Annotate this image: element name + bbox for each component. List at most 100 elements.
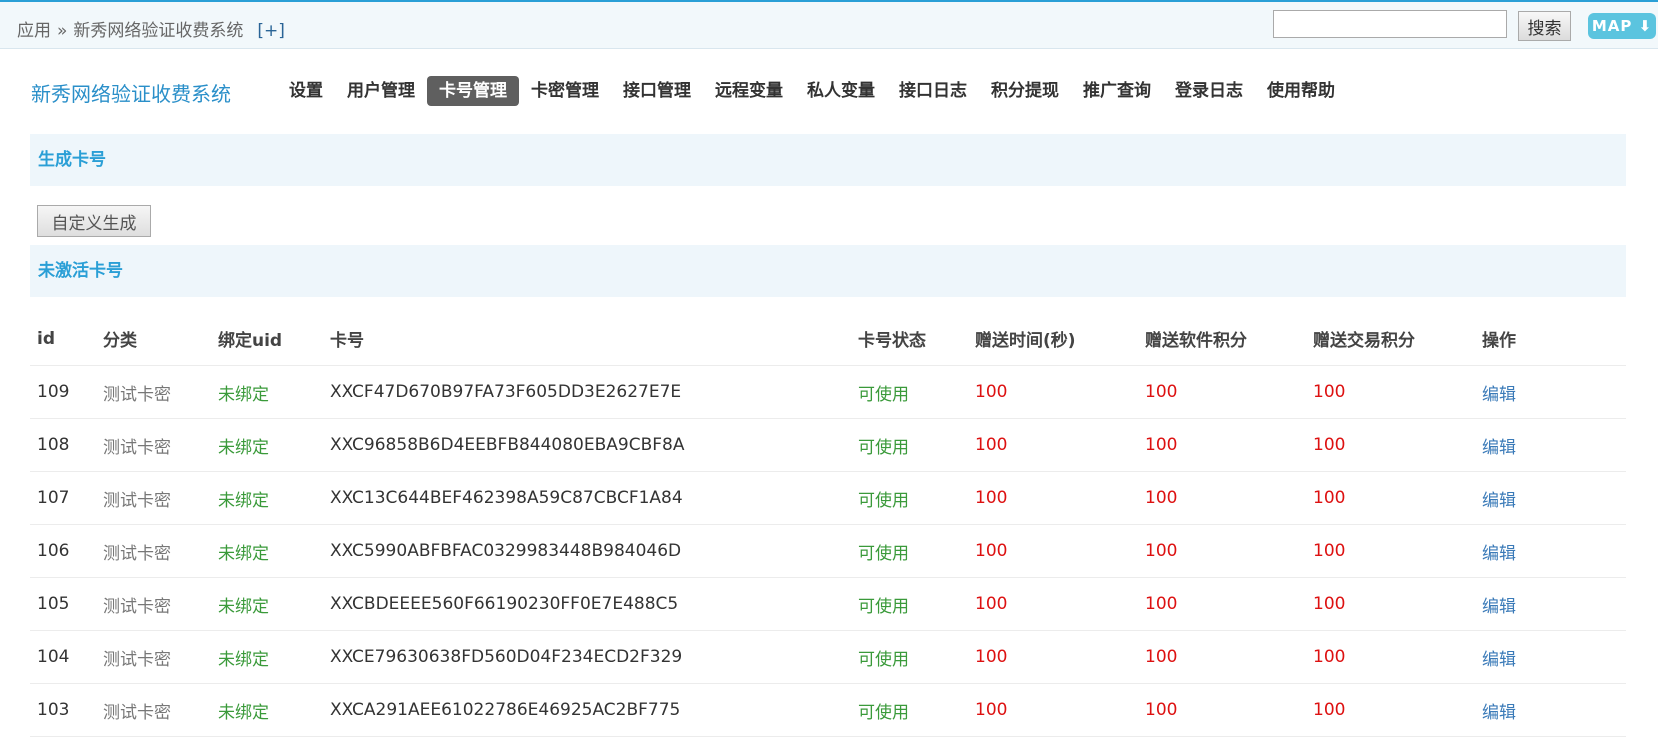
cell-gift-trade-points: 100	[1306, 365, 1475, 419]
cell-gift-time: 100	[968, 524, 1138, 578]
cell-id: 108	[30, 418, 96, 472]
cell-card-status: 可使用	[851, 577, 968, 631]
nav-item-3[interactable]: 卡密管理	[519, 76, 611, 106]
breadcrumb-root[interactable]: 应用	[17, 21, 51, 41]
col-gift-soft-points-header: 赠送软件积分	[1138, 312, 1306, 366]
nav-item-9[interactable]: 推广查询	[1071, 76, 1163, 106]
edit-link[interactable]: 编辑	[1475, 418, 1626, 472]
cell-bound-uid: 未绑定	[211, 471, 323, 525]
col-card-number-header: 卡号	[323, 312, 851, 366]
cell-category: 测试卡密	[96, 365, 211, 419]
cell-gift-time: 100	[968, 471, 1138, 525]
nav-item-2[interactable]: 卡号管理	[427, 76, 519, 106]
cell-gift-trade-points: 100	[1306, 683, 1475, 737]
col-gift-trade-points-header: 赠送交易积分	[1306, 312, 1475, 366]
cell-gift-time: 100	[968, 630, 1138, 684]
col-actions-header: 操作	[1475, 312, 1626, 366]
inactive-section-header: 未激活卡号	[30, 245, 1626, 297]
cell-card-number: XXC5990ABFBFAC0329983448B984046D	[323, 524, 851, 578]
table-body: 109 测试卡密 未绑定 XXCF47D670B97FA73F605DD3E2627E…	[30, 365, 1626, 737]
nav-item-0[interactable]: 设置	[277, 76, 335, 106]
cell-bound-uid: 未绑定	[211, 524, 323, 578]
edit-link[interactable]: 编辑	[1475, 365, 1626, 419]
table-row: 107 测试卡密 未绑定 XXC13C644BEF462398A59C87CBCF1A…	[30, 471, 1626, 525]
breadcrumb: 应用 » 新秀网络验证收费系统 [+]	[17, 16, 285, 41]
cell-card-number: XXC13C644BEF462398A59C87CBCF1A84	[323, 471, 851, 525]
search-input[interactable]	[1273, 10, 1507, 38]
top-bar: 应用 » 新秀网络验证收费系统 [+] 搜索 MAP ⬇	[0, 2, 1658, 49]
table-row: 103 测试卡密 未绑定 XXCA291AEE61022786E46925AC2BF7…	[30, 683, 1626, 737]
edit-link[interactable]: 编辑	[1475, 524, 1626, 578]
breadcrumb-separator: »	[57, 21, 68, 41]
cell-card-status: 可使用	[851, 418, 968, 472]
main-nav: 设置 用户管理 卡号管理 卡密管理 接口管理 远程变量 私人变量 接口日志 积分提现 推广查询 登录…	[277, 76, 1347, 106]
generate-section-header: 生成卡号	[30, 134, 1626, 186]
table-row: 104 测试卡密 未绑定 XXCE79630638FD560D04F234ECD2F3…	[30, 630, 1626, 684]
table-row: 105 测试卡密 未绑定 XXCBDEEEE560F66190230FF0E7E488…	[30, 577, 1626, 631]
nav-item-11[interactable]: 使用帮助	[1255, 76, 1347, 106]
edit-link[interactable]: 编辑	[1475, 630, 1626, 684]
cell-category: 测试卡密	[96, 524, 211, 578]
cell-card-status: 可使用	[851, 365, 968, 419]
edit-link[interactable]: 编辑	[1475, 577, 1626, 631]
cell-id: 104	[30, 630, 96, 684]
cell-gift-soft-points: 100	[1138, 418, 1306, 472]
nav-item-7[interactable]: 接口日志	[887, 76, 979, 106]
cell-id: 105	[30, 577, 96, 631]
cell-id: 109	[30, 365, 96, 419]
cell-gift-trade-points: 100	[1306, 630, 1475, 684]
nav-item-5[interactable]: 远程变量	[703, 76, 795, 106]
cell-bound-uid: 未绑定	[211, 577, 323, 631]
edit-link[interactable]: 编辑	[1475, 683, 1626, 737]
nav-item-1[interactable]: 用户管理	[335, 76, 427, 106]
cell-card-number: XXCA291AEE61022786E46925AC2BF775	[323, 683, 851, 737]
edit-link[interactable]: 编辑	[1475, 471, 1626, 525]
cell-gift-soft-points: 100	[1138, 630, 1306, 684]
cell-category: 测试卡密	[96, 418, 211, 472]
cell-bound-uid: 未绑定	[211, 418, 323, 472]
col-gift-time-header: 赠送时间(秒)	[968, 312, 1138, 366]
brand-title[interactable]: 新秀网络验证收费系统	[31, 78, 231, 107]
table-row: 106 测试卡密 未绑定 XXC5990ABFBFAC0329983448B98404…	[30, 524, 1626, 578]
cell-gift-time: 100	[968, 418, 1138, 472]
cell-bound-uid: 未绑定	[211, 683, 323, 737]
cell-id: 107	[30, 471, 96, 525]
cell-bound-uid: 未绑定	[211, 365, 323, 419]
cell-gift-trade-points: 100	[1306, 577, 1475, 631]
map-button[interactable]: MAP ⬇	[1588, 13, 1656, 39]
cell-id: 106	[30, 524, 96, 578]
table-row: 109 测试卡密 未绑定 XXCF47D670B97FA73F605DD3E2627E…	[30, 365, 1626, 419]
col-category-header: 分类	[96, 312, 211, 366]
search-button[interactable]: 搜索	[1518, 11, 1571, 41]
cell-gift-trade-points: 100	[1306, 471, 1475, 525]
cell-card-number: XXCF47D670B97FA73F605DD3E2627E7E	[323, 365, 851, 419]
cell-card-number: XXCE79630638FD560D04F234ECD2F329	[323, 630, 851, 684]
cell-gift-soft-points: 100	[1138, 365, 1306, 419]
custom-generate-button[interactable]: 自定义生成	[37, 205, 151, 237]
col-card-status-header: 卡号状态	[851, 312, 968, 366]
add-app-button[interactable]: [+]	[257, 21, 285, 41]
cell-id: 103	[30, 683, 96, 737]
cell-card-status: 可使用	[851, 683, 968, 737]
cell-card-status: 可使用	[851, 524, 968, 578]
cell-category: 测试卡密	[96, 683, 211, 737]
cell-category: 测试卡密	[96, 471, 211, 525]
table-row: 108 测试卡密 未绑定 XXC96858B6D4EEBFB844080EBA9CBF…	[30, 418, 1626, 472]
cell-gift-soft-points: 100	[1138, 471, 1306, 525]
nav-item-6[interactable]: 私人变量	[795, 76, 887, 106]
cell-bound-uid: 未绑定	[211, 630, 323, 684]
cell-card-status: 可使用	[851, 630, 968, 684]
breadcrumb-current: 新秀网络验证收费系统	[73, 21, 244, 41]
nav-item-10[interactable]: 登录日志	[1163, 76, 1255, 106]
nav-item-8[interactable]: 积分提现	[979, 76, 1071, 106]
cell-gift-time: 100	[968, 365, 1138, 419]
cell-gift-soft-points: 100	[1138, 683, 1306, 737]
cell-category: 测试卡密	[96, 577, 211, 631]
nav-item-4[interactable]: 接口管理	[611, 76, 703, 106]
cell-category: 测试卡密	[96, 630, 211, 684]
cell-gift-time: 100	[968, 683, 1138, 737]
inactive-cards-table: id 分类 绑定uid 卡号 卡号状态 赠送时间(秒) 赠送软件积分 赠送交易积分 操作 109…	[30, 312, 1626, 737]
col-id-header: id	[30, 312, 96, 366]
cell-gift-trade-points: 100	[1306, 524, 1475, 578]
table-header-row: id 分类 绑定uid 卡号 卡号状态 赠送时间(秒) 赠送软件积分 赠送交易积分 操作	[30, 312, 1626, 366]
